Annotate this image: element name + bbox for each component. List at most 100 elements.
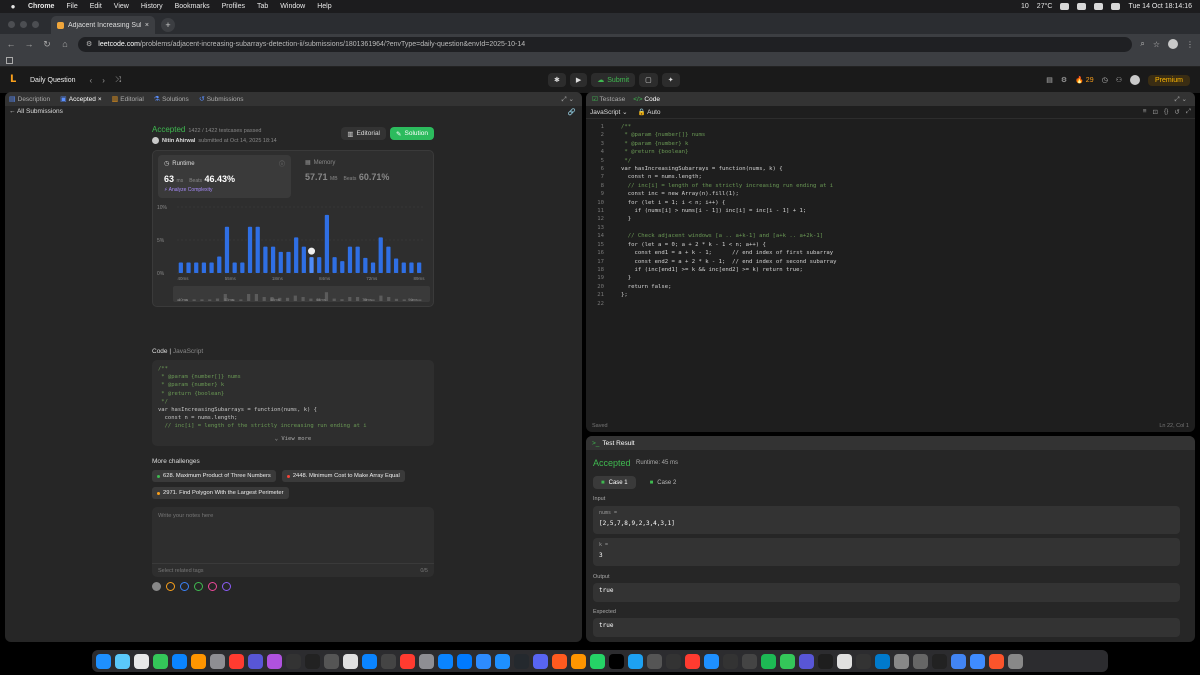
dock-app-icon[interactable]: [457, 653, 472, 669]
clock[interactable]: Tue 14 Oct 18:14:16: [1128, 3, 1192, 10]
maximize-window-icon[interactable]: [32, 21, 39, 28]
all-submissions-link[interactable]: ← All Submissions: [9, 108, 63, 115]
reset-icon[interactable]: ↺: [1174, 108, 1179, 116]
tab-description[interactable]: ▤ Description: [9, 95, 50, 104]
menu-bookmarks[interactable]: Bookmarks: [175, 3, 210, 10]
expand-panel-icon[interactable]: ⤢ ⌄: [1175, 95, 1187, 104]
runtime-distribution-chart[interactable]: 10% 5% 0% 40ms 55ms 18ms 84ms 72ms 89ms 40ms 53ms 5…: [153, 201, 435, 306]
dock-app-icon[interactable]: [742, 653, 757, 669]
dock-app-icon[interactable]: [552, 653, 567, 669]
bookmark-star-icon[interactable]: ☆: [1153, 40, 1160, 49]
dock-app-icon[interactable]: [989, 653, 1004, 669]
tab-editorial[interactable]: ▥ Editorial: [112, 95, 144, 104]
dock-app-icon[interactable]: [628, 653, 643, 669]
shuffle-icon[interactable]: ⤨: [115, 75, 121, 85]
browser-tab[interactable]: Adjacent Increasing Subarrays ×: [51, 16, 155, 34]
notes-box[interactable]: Write your notes here Select related tag…: [152, 507, 434, 577]
dock-app-icon[interactable]: [875, 653, 890, 669]
solution-button[interactable]: ✎ Solution: [390, 127, 434, 140]
home-icon[interactable]: ⌂: [60, 39, 70, 49]
status-icon[interactable]: [1060, 3, 1070, 10]
forward-icon[interactable]: →: [24, 39, 34, 49]
profile-avatar[interactable]: [1168, 39, 1178, 49]
challenge-chip[interactable]: 2971. Find Polygon With the Largest Peri…: [152, 487, 289, 499]
dock-app-icon[interactable]: [115, 653, 130, 669]
user-avatar[interactable]: [152, 137, 159, 144]
dock-app-icon[interactable]: [780, 653, 795, 669]
new-tab-icon[interactable]: +: [161, 18, 175, 32]
settings-gear-icon[interactable]: ⚙: [1061, 76, 1067, 84]
close-window-icon[interactable]: [8, 21, 15, 28]
dock-app-icon[interactable]: [666, 653, 681, 669]
streak-counter[interactable]: 🔥 29: [1075, 76, 1093, 84]
view-more-button[interactable]: ⌄ View more: [152, 435, 434, 443]
dock-app-icon[interactable]: [533, 653, 548, 669]
dock-app-icon[interactable]: [571, 653, 586, 669]
dock-app-icon[interactable]: [438, 653, 453, 669]
tab-accepted[interactable]: ▣ Accepted ×: [60, 95, 102, 104]
battery-text[interactable]: 10: [1021, 3, 1029, 10]
back-icon[interactable]: ←: [6, 39, 16, 49]
challenge-chip[interactable]: 628. Maximum Product of Three Numbers: [152, 470, 276, 482]
dock-app-icon[interactable]: [343, 653, 358, 669]
timer-icon[interactable]: ◷: [1102, 76, 1108, 84]
reload-icon[interactable]: ↻: [42, 39, 52, 50]
menu-window[interactable]: Window: [280, 3, 305, 10]
apple-icon[interactable]: ●: [8, 2, 18, 11]
dock-app-icon[interactable]: [723, 653, 738, 669]
site-info-icon[interactable]: ⚙: [86, 40, 92, 48]
zoom-icon[interactable]: ⌕: [1140, 39, 1144, 49]
dock-app-icon[interactable]: [913, 653, 928, 669]
analyze-complexity-link[interactable]: ⚡ Analyze Complexity: [164, 187, 285, 193]
dock-app-icon[interactable]: [609, 653, 624, 669]
layout-icon[interactable]: ▤: [1046, 76, 1053, 84]
menu-app[interactable]: Chrome: [28, 3, 54, 10]
menu-history[interactable]: History: [141, 3, 163, 10]
notes-button[interactable]: ▢: [639, 73, 658, 87]
tab-solutions[interactable]: ⚗ Solutions: [154, 95, 189, 104]
run-button[interactable]: ▶: [569, 73, 588, 87]
dock-app-icon[interactable]: [704, 653, 719, 669]
dock-app-icon[interactable]: [267, 653, 282, 669]
apps-grid-icon[interactable]: [6, 57, 13, 64]
user-name[interactable]: Nitin Ahirwal: [162, 138, 195, 144]
tab-testcase[interactable]: ☑ Testcase: [592, 95, 625, 103]
ai-assist-button[interactable]: ✦: [661, 73, 680, 87]
dock-app-icon[interactable]: [932, 653, 947, 669]
dock-app-icon[interactable]: [324, 653, 339, 669]
dock-app-icon[interactable]: [647, 653, 662, 669]
color-blue-option[interactable]: [180, 582, 189, 591]
dock-app-icon[interactable]: [248, 653, 263, 669]
dock-app-icon[interactable]: [210, 653, 225, 669]
submit-button[interactable]: ☁ Submit: [591, 73, 636, 87]
info-icon[interactable]: ⓘ: [279, 159, 285, 168]
notes-placeholder[interactable]: Write your notes here: [158, 513, 213, 519]
menu-tab[interactable]: Tab: [257, 3, 268, 10]
dock-app-icon[interactable]: [191, 653, 206, 669]
status-icon[interactable]: [1077, 3, 1087, 10]
dock-app-icon[interactable]: [400, 653, 415, 669]
menu-view[interactable]: View: [114, 3, 129, 10]
fullscreen-icon[interactable]: ⤢: [1186, 108, 1191, 116]
auto-mode[interactable]: 🔒 Auto: [638, 108, 661, 116]
dock-app-icon[interactable]: [894, 653, 909, 669]
browser-menu-icon[interactable]: ⋮: [1186, 40, 1194, 49]
color-pink-option[interactable]: [208, 582, 217, 591]
runtime-box[interactable]: ◷ Runtime ⓘ 63 ms Beats 46.43% ⚡ Analyze Co…: [158, 155, 291, 198]
dock-app-icon[interactable]: [495, 653, 510, 669]
minimize-window-icon[interactable]: [20, 21, 27, 28]
dock-app-icon[interactable]: [229, 653, 244, 669]
dock-app-icon[interactable]: [799, 653, 814, 669]
dock-app-icon[interactable]: [837, 653, 852, 669]
control-center-icon[interactable]: [1111, 3, 1121, 10]
case-1-tab[interactable]: ■ Case 1: [593, 476, 636, 489]
dock-app-icon[interactable]: [172, 653, 187, 669]
dock-app-icon[interactable]: [305, 653, 320, 669]
dock-app-icon[interactable]: [818, 653, 833, 669]
menu-file[interactable]: File: [66, 3, 77, 10]
memory-box[interactable]: ▦ Memory 57.71 MB Beats 60.71%: [299, 155, 429, 198]
challenge-chip[interactable]: 2448. Minimum Cost to Make Array Equal: [281, 470, 405, 482]
weather-temp[interactable]: 27°C: [1037, 3, 1053, 10]
prev-problem-icon[interactable]: ‹: [90, 76, 93, 85]
editorial-button[interactable]: ▥ Editorial: [341, 127, 386, 140]
